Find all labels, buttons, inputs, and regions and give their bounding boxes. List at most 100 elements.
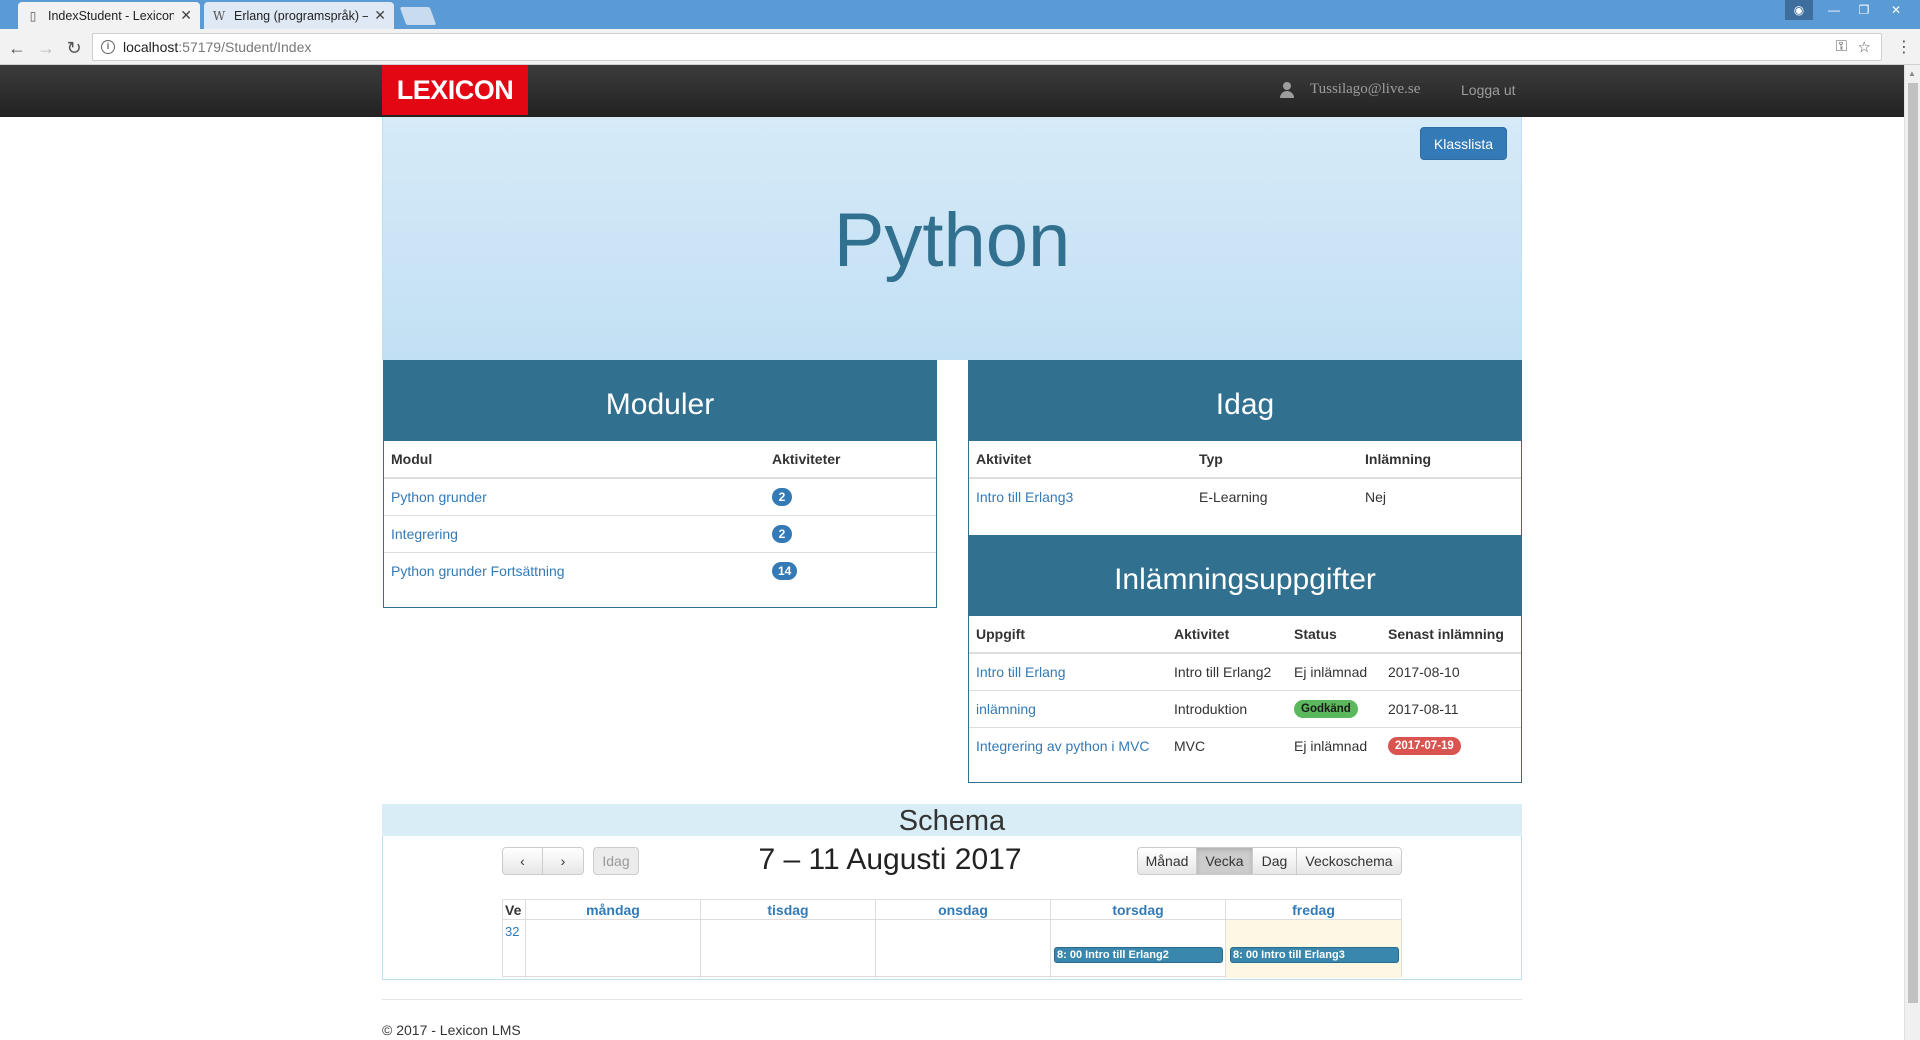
table-row: Integrering 2 (384, 514, 936, 552)
view-week-button[interactable]: Vecka (1197, 847, 1253, 875)
inlamning-table: Uppgift Aktivitet Status Senast inlämnin… (969, 616, 1521, 764)
table-row: Python grunder Fortsättning 14 (384, 551, 936, 589)
new-tab-button[interactable] (399, 7, 437, 25)
idag-table: Aktivitet Typ Inlämning Intro till Erlan… (969, 441, 1521, 515)
table-row: inlämning Introduktion Godkänd 2017-08-1… (969, 689, 1521, 727)
klasslista-button[interactable]: Klasslista (1420, 127, 1507, 160)
assignment-link[interactable]: Integrering av python i MVC (976, 738, 1150, 754)
browser-tab[interactable]: W Erlang (programspråk) – ✕ (204, 2, 394, 29)
calendar-grid: Ve 32 måndag tisdag onsdag torsdag freda… (502, 899, 1402, 978)
calendar-event[interactable]: 8: 00 Intro till Erlang2 (1054, 947, 1223, 963)
column-header: Aktivitet (1167, 616, 1287, 654)
user-menu[interactable]: Tussilago@live.se (1280, 81, 1420, 98)
browser-tab-active[interactable]: ▯ IndexStudent - Lexicon L ✕ (18, 2, 200, 29)
idag-title: Idag (969, 361, 1521, 441)
week-label: Ve (503, 900, 525, 920)
forward-arrow-icon[interactable]: → (35, 37, 57, 59)
url-path: :57179/Student/Index (178, 39, 312, 55)
activity-link[interactable]: Intro till Erlang3 (976, 489, 1073, 505)
close-icon[interactable]: ✕ (374, 7, 386, 24)
day-header[interactable]: tisdag (701, 900, 875, 920)
column-header: Aktivitet (969, 441, 1192, 479)
reload-icon[interactable]: ↻ (63, 37, 85, 59)
moduler-title: Moduler (384, 361, 936, 441)
week-column: Ve 32 (503, 900, 525, 978)
address-bar: ← → ↻ i localhost:57179/Student/Index ⚿ … (0, 29, 1920, 65)
cal-today-button[interactable]: Idag (593, 847, 639, 875)
view-day-button[interactable]: Dag (1253, 847, 1297, 875)
tab-title: Erlang (programspråk) – (234, 8, 369, 23)
url-host: localhost (123, 39, 179, 55)
day-header[interactable]: måndag (526, 900, 700, 920)
assignment-activity: Intro till Erlang2 (1174, 663, 1272, 680)
assignment-deadline: 2017-08-10 (1388, 663, 1460, 680)
view-weekschedule-button[interactable]: Veckoschema (1297, 847, 1402, 875)
restore-icon[interactable]: ❐ (1850, 0, 1878, 20)
scroll-up-icon[interactable]: ▲ (1908, 69, 1916, 78)
assignment-deadline: 2017-08-11 (1381, 689, 1521, 727)
assignment-status: Ej inlämnad (1294, 663, 1368, 680)
close-icon[interactable]: ✕ (180, 7, 192, 24)
moduler-panel: Moduler Modul Aktiviteter Python grunder… (383, 360, 937, 608)
day-header[interactable]: onsdag (876, 900, 1050, 920)
deadline-badge: 2017-07-19 (1388, 737, 1461, 756)
day-column-mandag[interactable]: måndag (525, 900, 700, 978)
key-icon[interactable]: ⚿ (1836, 38, 1847, 55)
scroll-thumb[interactable] (1908, 83, 1918, 1003)
star-icon[interactable]: ☆ (1858, 38, 1871, 56)
url-input[interactable]: i localhost:57179/Student/Index ⚿ ☆ (92, 33, 1882, 61)
tab-title: IndexStudent - Lexicon L (48, 8, 175, 23)
assignment-link[interactable]: Intro till Erlang (976, 664, 1065, 680)
module-link[interactable]: Python grunder (391, 489, 487, 505)
footer-text: © 2017 - Lexicon LMS (382, 1022, 521, 1038)
view-month-button[interactable]: Månad (1137, 847, 1197, 875)
lexicon-logo[interactable]: LEXICON (382, 65, 528, 115)
day-header[interactable]: torsdag (1051, 900, 1225, 920)
table-row: Python grunder 2 (384, 478, 936, 515)
schema-title: Schema (382, 804, 1522, 837)
column-header: Aktiviteter (765, 441, 936, 479)
menu-dots-icon[interactable]: ⋮ (1896, 37, 1912, 57)
profile-icon[interactable]: ◉ (1785, 0, 1813, 20)
assignment-activity: MVC (1167, 726, 1287, 764)
window-close-icon[interactable]: ✕ (1882, 0, 1910, 20)
activity-type: E-Learning (1199, 489, 1268, 505)
user-icon (1280, 81, 1294, 98)
column-header: Typ (1192, 441, 1358, 479)
activity-count-badge: 2 (772, 524, 792, 543)
cal-today-group: Idag (593, 847, 639, 875)
status-badge: Godkänd (1294, 700, 1358, 718)
module-link[interactable]: Integrering (391, 526, 458, 542)
user-email: Tussilago@live.se (1310, 81, 1421, 97)
table-row: Intro till Erlang Intro till Erlang2 Ej … (969, 653, 1521, 690)
site-navbar: LEXICON Tussilago@live.se Logga ut (0, 65, 1904, 117)
cal-prev-button[interactable]: ‹ (502, 847, 543, 875)
info-icon[interactable]: i (101, 40, 115, 54)
column-header: Senast inlämning (1381, 616, 1521, 654)
table-row: Integrering av python i MVC MVC Ej inläm… (969, 726, 1521, 764)
assignment-activity: Introduktion (1167, 689, 1287, 727)
week-number-link[interactable]: 32 (503, 920, 525, 939)
column-header: Modul (384, 441, 765, 479)
submission-required: Nej (1365, 489, 1387, 505)
day-column-onsdag[interactable]: onsdag (875, 900, 1050, 978)
day-column-tisdag[interactable]: tisdag (700, 900, 875, 978)
page-icon: ▯ (29, 8, 37, 23)
minimize-icon[interactable]: — (1820, 0, 1848, 20)
cal-next-button[interactable]: › (543, 847, 584, 875)
column-header: Status (1287, 616, 1381, 654)
day-header[interactable]: fredag (1226, 900, 1401, 920)
activity-count-badge: 14 (772, 561, 798, 580)
back-arrow-icon[interactable]: ← (6, 37, 28, 59)
column-header: Uppgift (969, 616, 1167, 654)
day-column-torsdag[interactable]: torsdag (1050, 900, 1225, 978)
column-header: Inlämning (1358, 441, 1521, 479)
wikipedia-icon: W (212, 8, 226, 23)
assignment-link[interactable]: inlämning (976, 701, 1036, 717)
module-link[interactable]: Python grunder Fortsättning (391, 563, 565, 579)
page-scrollbar[interactable]: ▲ (1904, 65, 1920, 1040)
footer-divider (382, 999, 1522, 1000)
logout-link[interactable]: Logga ut (1461, 82, 1516, 98)
day-column-fredag[interactable]: fredag (1225, 900, 1401, 978)
calendar-event[interactable]: 8: 00 Intro till Erlang3 (1230, 947, 1399, 963)
